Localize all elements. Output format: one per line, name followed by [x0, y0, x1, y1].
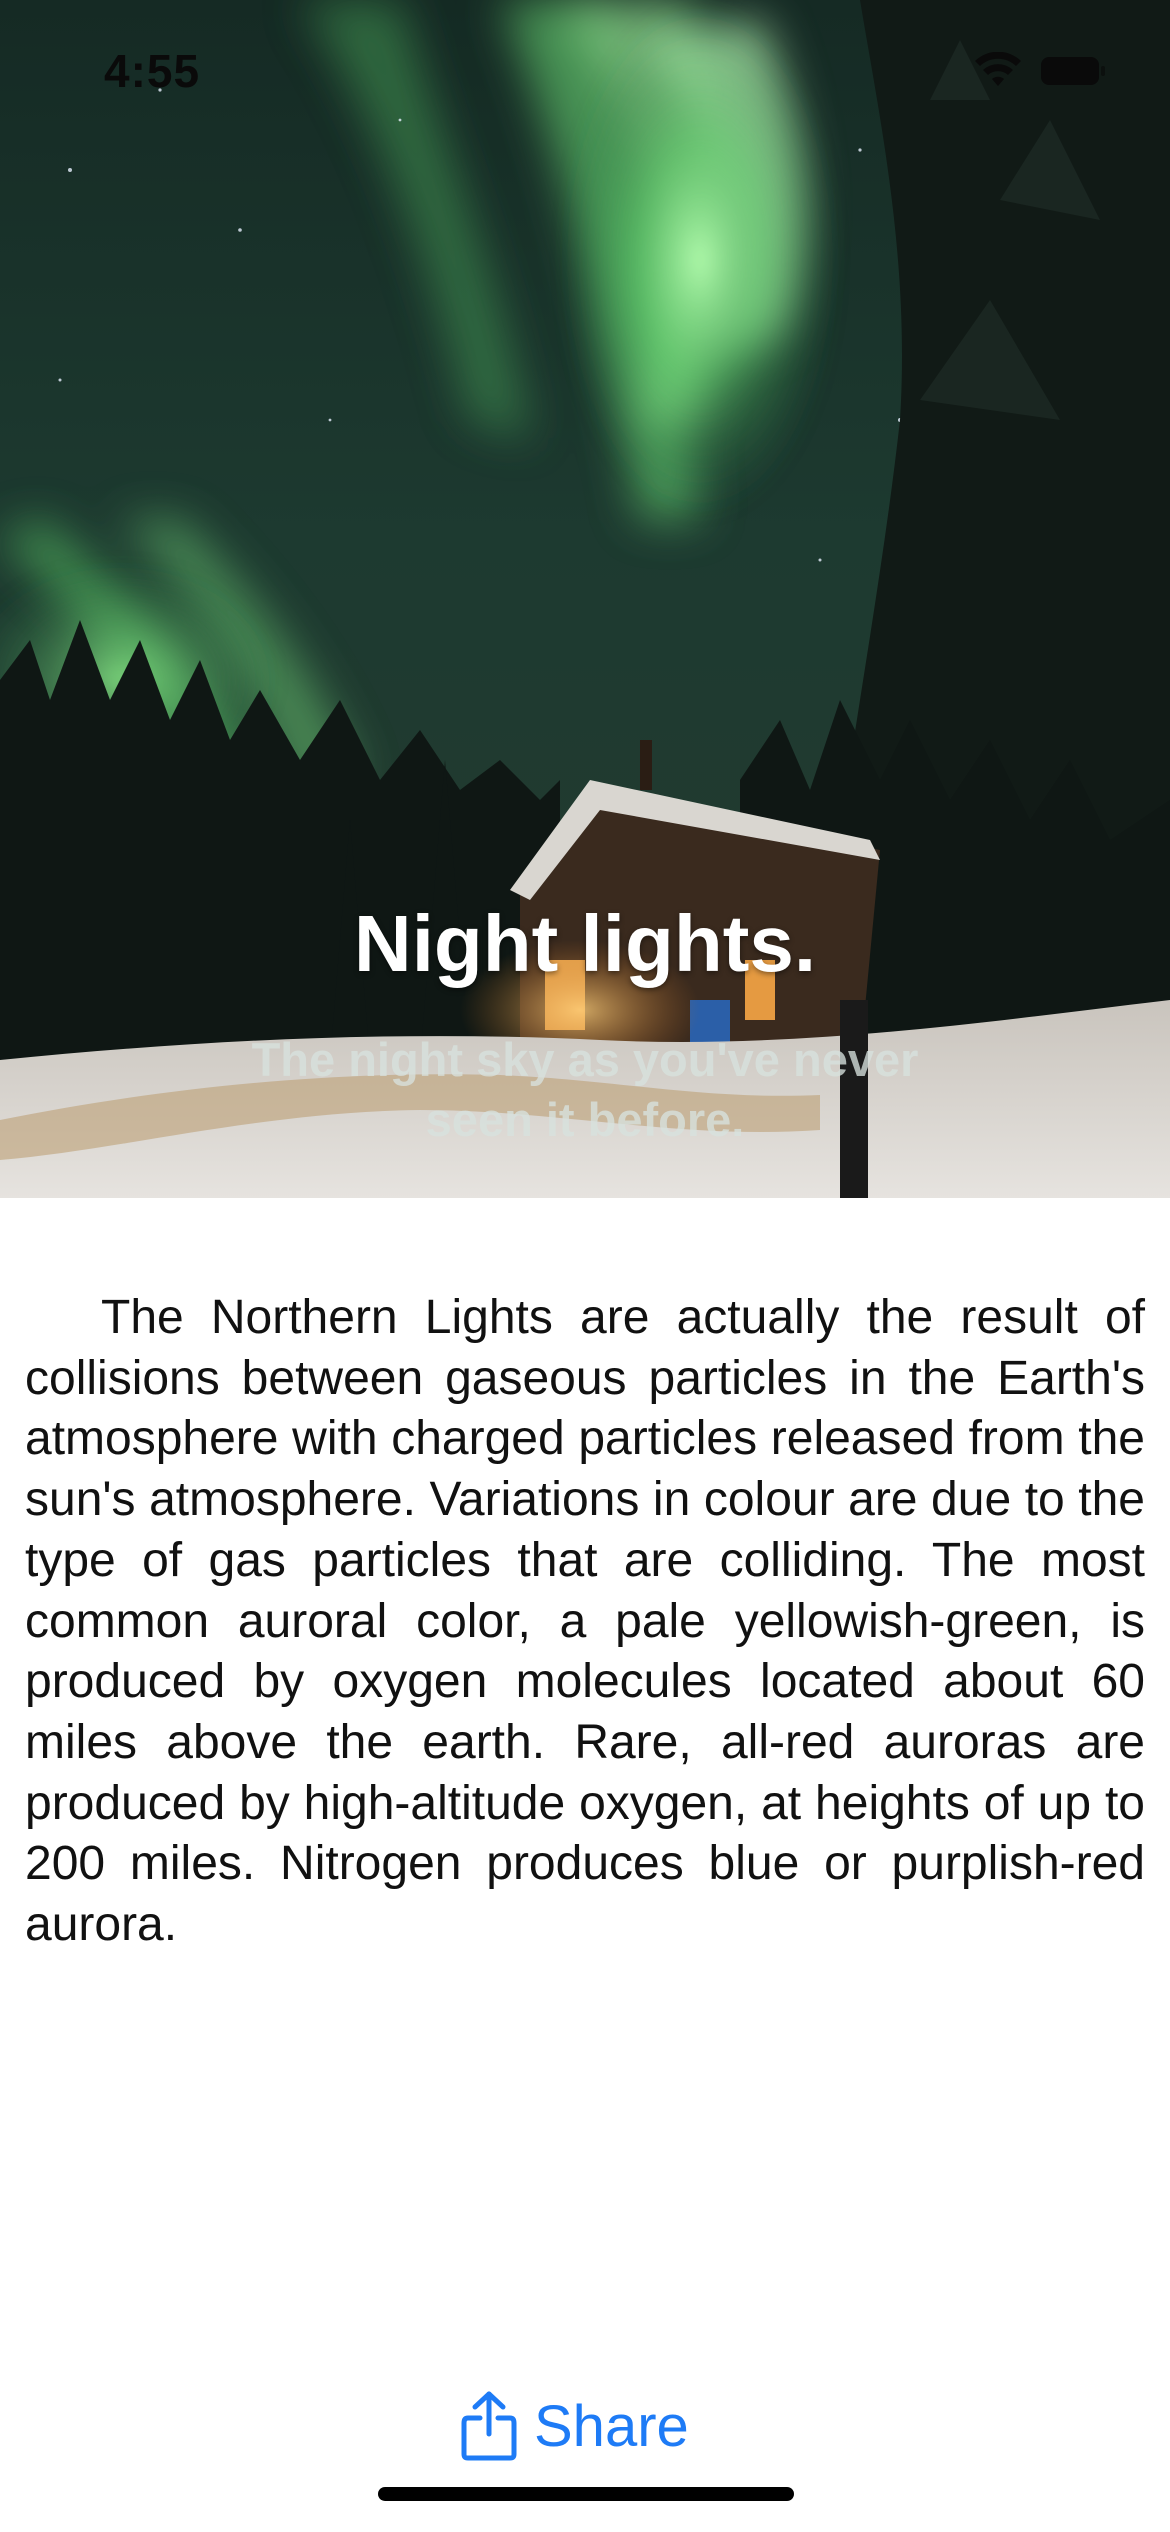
share-icon — [461, 2391, 517, 2461]
article-body: The Northern Lights are actually the res… — [25, 1291, 1145, 1952]
wifi-icon — [975, 52, 1021, 86]
hero-photo — [0, 0, 1170, 1198]
share-label: Share — [534, 2393, 689, 2459]
battery-icon — [1041, 57, 1105, 85]
home-indicator[interactable] — [378, 2487, 794, 2501]
status-bar: 4:55 — [0, 0, 1170, 140]
hero-banner: 4:55 Night lights. The night sky as you'… — [0, 0, 1170, 1198]
hero-title: Night lights. — [353, 899, 817, 988]
status-time: 4:55 — [104, 45, 201, 97]
share-button[interactable]: Share — [460, 2386, 710, 2466]
hero-subtitle: The night sky as you've never seen it be… — [251, 1033, 919, 1146]
